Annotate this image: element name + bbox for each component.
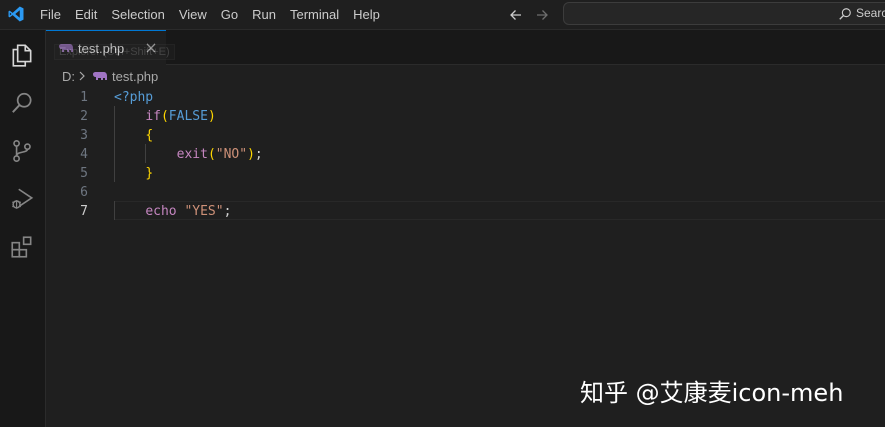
search-icon[interactable] — [9, 90, 35, 116]
watermark: 知乎 @艾康麦icon-meh — [580, 379, 844, 407]
arrow-right-icon[interactable] — [534, 7, 550, 23]
code-token: exit — [176, 147, 208, 162]
tab-bar: test.php Explorer (Ctrl+Shift+E) — [46, 30, 885, 65]
breadcrumb-file[interactable]: test.php — [112, 69, 158, 84]
vscode-logo-icon — [8, 6, 24, 22]
code-token: ( — [160, 109, 169, 124]
php-elephant-icon — [93, 72, 107, 80]
code-line: exit("NO"); — [114, 145, 263, 164]
menu-terminal[interactable]: Terminal — [283, 0, 346, 30]
breadcrumb-drive[interactable]: D: — [62, 69, 75, 84]
explorer-tooltip: Explorer (Ctrl+Shift+E) — [54, 44, 175, 60]
line-number: 6 — [80, 185, 88, 200]
line-number: 3 — [80, 128, 88, 143]
search-label: Searc — [856, 6, 885, 20]
breadcrumb: D: test.php — [46, 65, 885, 87]
code-token: "NO" — [215, 147, 248, 162]
code-token: ; — [223, 204, 232, 219]
code-line: if(FALSE) — [114, 107, 216, 126]
code-line: echo "YES"; — [114, 202, 231, 221]
extensions-icon[interactable] — [9, 234, 35, 260]
menu-file[interactable]: File — [33, 0, 68, 30]
code-token: { — [145, 128, 154, 143]
activity-bar — [0, 30, 46, 427]
line-number: 5 — [80, 166, 88, 181]
code-token: ; — [254, 147, 263, 162]
title-bar: File Edit Selection View Go Run Terminal… — [0, 0, 885, 30]
code-token: ) — [207, 109, 216, 124]
code-line: { — [114, 126, 153, 145]
menu-run[interactable]: Run — [245, 0, 283, 30]
line-number: 7 — [80, 204, 88, 219]
code-line: } — [114, 164, 153, 183]
explorer-icon[interactable] — [9, 42, 35, 68]
code-token: echo — [145, 204, 177, 219]
source-control-icon[interactable] — [9, 138, 35, 164]
run-debug-icon[interactable] — [9, 186, 35, 212]
chevron-right-icon — [79, 71, 85, 81]
code-token: FALSE — [168, 109, 208, 124]
command-center-search[interactable]: Searc — [563, 2, 885, 25]
code-token: if — [145, 109, 161, 124]
arrow-left-icon[interactable] — [508, 7, 524, 23]
search-icon — [839, 8, 851, 20]
menu-view[interactable]: View — [172, 0, 214, 30]
code-token: ( — [207, 147, 216, 162]
line-number: 1 — [80, 90, 88, 105]
code-token: "YES" — [184, 204, 224, 219]
line-number: 2 — [80, 109, 88, 124]
menu-bar: File Edit Selection View Go Run Terminal… — [33, 0, 387, 30]
menu-help[interactable]: Help — [346, 0, 387, 30]
code-line: <?php — [114, 88, 153, 107]
code-token: <?php — [114, 90, 154, 105]
line-number: 4 — [80, 147, 88, 162]
code-token: ) — [247, 147, 255, 162]
menu-edit[interactable]: Edit — [68, 0, 104, 30]
menu-selection[interactable]: Selection — [104, 0, 171, 30]
code-token: } — [145, 166, 154, 181]
menu-go[interactable]: Go — [214, 0, 245, 30]
